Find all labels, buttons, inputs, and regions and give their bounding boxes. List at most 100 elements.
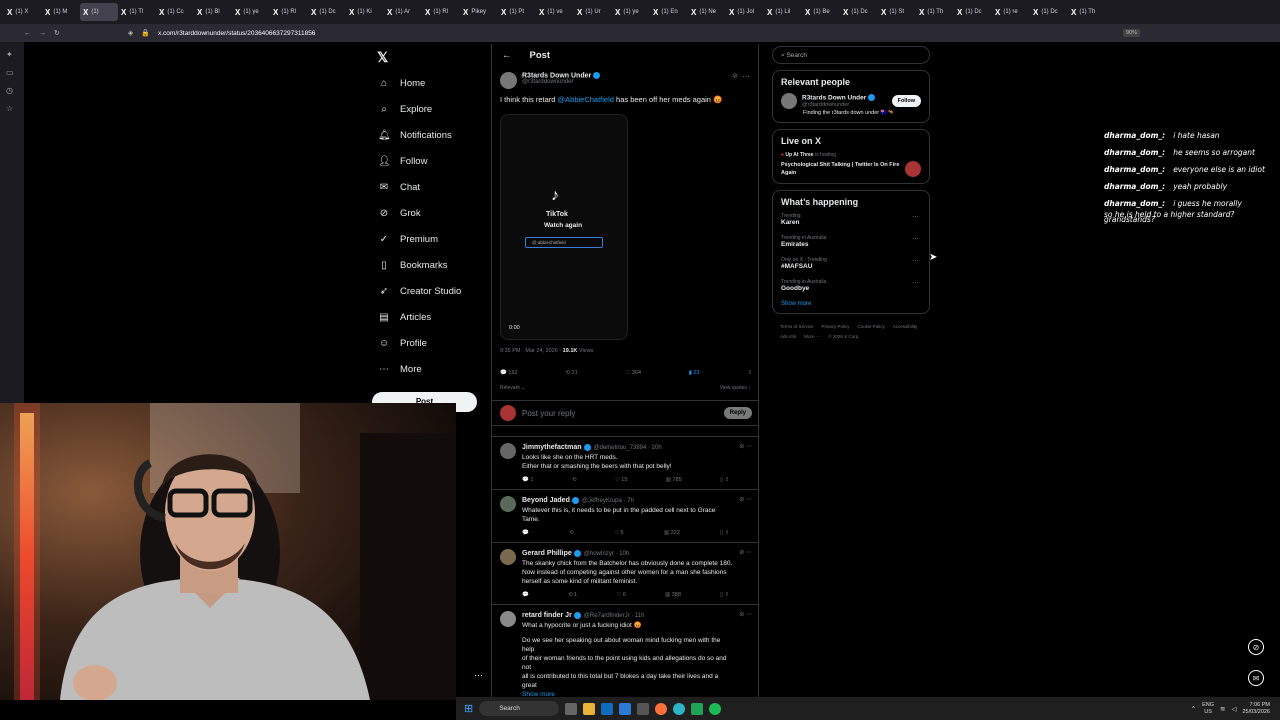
avatar[interactable] <box>500 443 516 459</box>
taskview-icon[interactable] <box>565 702 578 715</box>
repost-action[interactable]: ⟲ 1 <box>568 591 577 600</box>
reload-icon[interactable]: ↻ <box>54 29 60 37</box>
browser-tab[interactable]: X (1) Dc <box>1030 3 1068 21</box>
firefox-icon[interactable] <box>655 702 668 715</box>
nav-item-chat[interactable]: ✉ Chat <box>372 174 482 200</box>
tray-chevron-icon[interactable]: ⌃ <box>1191 705 1196 713</box>
post-timestamp[interactable]: 9:35 PM · Mar 24, 2026 · <box>500 348 563 354</box>
like-action[interactable]: ♡ 6 <box>616 591 626 600</box>
more-options-icon[interactable]: ⋯ <box>912 235 919 243</box>
browser-tab[interactable]: X (1) Th <box>916 3 954 21</box>
footer-link[interactable]: Accessibility <box>893 322 918 332</box>
browser-tab[interactable]: X (1) Dc <box>954 3 992 21</box>
app-icon[interactable] <box>691 702 704 715</box>
browser-tab[interactable]: X (1) Dc <box>308 3 346 21</box>
browser-tab[interactable]: X (1) Bl <box>194 3 232 21</box>
more-options-icon[interactable]: ⋯ <box>912 257 919 265</box>
app-icon[interactable] <box>601 702 614 715</box>
grok-float-icon[interactable]: ⊘ <box>1248 639 1264 655</box>
reply-action[interactable]: 💬 <box>522 591 529 600</box>
bookmark-action[interactable]: ▮ 23 <box>689 370 700 376</box>
nav-item-bookmarks[interactable]: ▯ Bookmarks <box>372 252 482 278</box>
clock[interactable]: 7:06 PM 25/03/2026 <box>1242 702 1270 716</box>
bookmarks-icon[interactable]: ☆ <box>6 104 18 114</box>
browser-tab[interactable]: X (1) Pt <box>498 3 536 21</box>
account-more-icon[interactable]: ⋯ <box>474 670 483 681</box>
file-explorer-icon[interactable] <box>583 702 596 715</box>
more-options-icon[interactable]: ⊘ ⋯ <box>739 443 752 485</box>
more-options-icon[interactable]: ⊘ ⋯ <box>739 611 752 700</box>
avatar[interactable] <box>500 549 516 565</box>
more-options-icon[interactable]: ⋯ <box>912 279 919 287</box>
browser-tab[interactable]: X (1) St <box>878 3 916 21</box>
nav-item-grok[interactable]: ⊘ Grok <box>372 200 482 226</box>
reply-action[interactable]: 💬 <box>522 529 529 538</box>
browser-tab[interactable]: X (1) Ar <box>384 3 422 21</box>
browser-tab[interactable]: X (1) X <box>4 3 42 21</box>
browser-tab[interactable]: X (1) Dc <box>840 3 878 21</box>
nav-item-follow[interactable]: 👤︎ Follow <box>372 148 482 174</box>
browser-tab[interactable]: X (1) Rl <box>270 3 308 21</box>
more-options-icon[interactable]: ⋯ <box>912 213 919 221</box>
nav-item-articles[interactable]: ▤ Articles <box>372 304 482 330</box>
forward-icon[interactable]: → <box>39 30 46 37</box>
browser-tab[interactable]: X (1) Th <box>1068 3 1106 21</box>
video-player[interactable]: ♪ TikTok Watch again @ abbiechatfield 0:… <box>500 114 628 340</box>
more-options-icon[interactable]: ⊘ ⋯ <box>739 549 752 600</box>
sort-relevant-dropdown[interactable]: Relevant ⌄ <box>500 385 525 391</box>
browser-tab[interactable]: X (1) <box>80 3 118 21</box>
grok-icon[interactable]: ⊘ <box>732 72 738 80</box>
browser-tab[interactable]: X (1) re <box>992 3 1030 21</box>
reply-author[interactable]: retard finder Jr <box>522 612 572 619</box>
footer-link[interactable]: Privacy Policy <box>822 322 850 332</box>
views-action[interactable]: ▥ 388 <box>665 591 681 600</box>
taskbar-search[interactable]: Search <box>479 701 560 716</box>
windows-start-icon[interactable]: ⊞ <box>464 702 473 715</box>
share-icon[interactable]: ⇪ <box>747 370 752 376</box>
wifi-icon[interactable]: ≋ <box>1220 705 1225 713</box>
watch-again-label[interactable]: Watch again <box>544 222 582 229</box>
reply-item[interactable]: Gerard Phillipe @howInzyr · 10h The skanky… <box>492 542 758 604</box>
store-icon[interactable] <box>619 702 632 715</box>
avatar[interactable] <box>500 611 516 627</box>
browser-tab[interactable]: X (1) Rl <box>422 3 460 21</box>
browser-tab[interactable]: X (1) Ur <box>574 3 612 21</box>
live-space[interactable]: Psychological Shit Talking | Twitter Is … <box>781 161 921 177</box>
reply-author[interactable]: Beyond Jaded <box>522 497 570 504</box>
more-options-icon[interactable]: ⊘ ⋯ <box>739 496 752 538</box>
browser-tab[interactable]: X (1) M <box>42 3 80 21</box>
reply-item[interactable]: Beyond Jaded @JeffreyKrupa · 7h Whatever t… <box>492 489 758 542</box>
browser-tab[interactable]: X (1) ve <box>536 3 574 21</box>
avatar[interactable] <box>500 496 516 512</box>
nav-item-explore[interactable]: ⌕ Explore <box>372 96 482 122</box>
mention-link[interactable]: @AbbieChatfield <box>558 95 614 104</box>
reply-button[interactable]: Reply <box>723 407 752 419</box>
spotify-icon[interactable] <box>709 702 722 715</box>
edge-icon[interactable] <box>673 702 686 715</box>
nav-item-premium[interactable]: ✓ Premium <box>372 226 482 252</box>
browser-tab[interactable]: X (1) ye <box>232 3 270 21</box>
reply-item[interactable]: retard finder Jr @Re7ardfinderJr · 11h Wha… <box>492 604 758 700</box>
repost-action[interactable]: ⟲ <box>572 476 577 485</box>
reply-item[interactable]: Jimmythefactman @demetriou_73894 · 20h Loo… <box>492 436 758 489</box>
live-host[interactable]: ● Up At Three is hosting <box>781 152 921 158</box>
tabs-icon[interactable]: ▭ <box>6 68 18 78</box>
person-name[interactable]: R3tards Down Under <box>802 95 866 102</box>
like-action[interactable]: ♡ 364 <box>625 370 641 376</box>
nav-item-more[interactable]: ⋯ More <box>372 356 482 382</box>
nav-item-profile[interactable]: ☺ Profile <box>372 330 482 356</box>
trend-item[interactable]: Trending in Australia Goodbye ⋯ <box>781 279 921 292</box>
bookmark-icon[interactable]: ▯ ⇪ <box>720 591 729 600</box>
author-handle[interactable]: @r3tarddownunder <box>522 79 600 85</box>
browser-tab[interactable]: X (1) Ki <box>346 3 384 21</box>
browser-tab[interactable]: X (1) Jol <box>726 3 764 21</box>
reply-action[interactable]: 💬 162 <box>500 370 518 376</box>
history-icon[interactable]: ◷ <box>6 86 18 96</box>
browser-tab[interactable]: X (1) ye <box>612 3 650 21</box>
view-quotes-link[interactable]: View quotes › <box>720 385 750 391</box>
zoom-level[interactable]: 90% <box>1122 29 1140 37</box>
ai-icon[interactable]: ✦ <box>6 50 18 60</box>
views-action[interactable]: ▥ 222 <box>664 529 680 538</box>
messages-float-icon[interactable]: ✉ <box>1248 670 1264 686</box>
reply-author[interactable]: Gerard Phillipe <box>522 550 572 557</box>
